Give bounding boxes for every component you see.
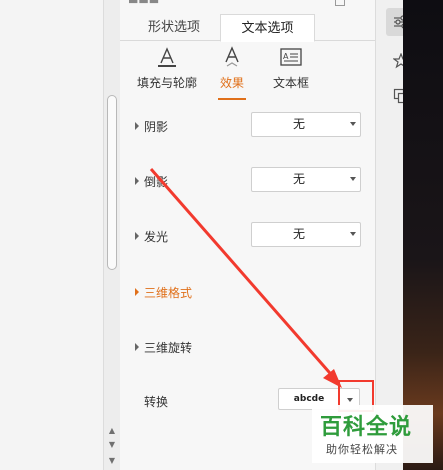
glow-label[interactable]: 发光 (144, 228, 168, 245)
textbox-icon: A (280, 48, 302, 66)
watermark-subtitle: 助你轻松解决 (326, 443, 398, 456)
scroll-up-icon[interactable]: ▲ (106, 426, 118, 436)
3d-rotation-label[interactable]: 三维旋转 (144, 339, 192, 356)
subtab-fill-outline[interactable]: 填充与轮廓 (128, 46, 206, 91)
active-subtab-indicator (218, 98, 246, 100)
chevron-down-icon (350, 232, 356, 236)
shadow-dropdown[interactable]: 无 (251, 112, 361, 137)
panel-header-clipped-icon: ▬▬▬ (128, 0, 160, 7)
expand-3d-format-icon[interactable] (132, 287, 142, 297)
chevron-down-icon (350, 122, 356, 126)
transform-label: 转换 (144, 395, 169, 409)
document-area (0, 0, 103, 470)
expand-glow-icon[interactable] (132, 231, 142, 241)
watermark-title: 百科全说 (320, 415, 413, 440)
subtab-effects-label: 效果 (219, 76, 244, 90)
text-fill-icon (158, 47, 176, 67)
3d-format-label[interactable]: 三维格式 (144, 284, 192, 301)
subtab-textbox-label: 文本框 (272, 76, 309, 90)
chevron-down-icon (350, 177, 356, 181)
glow-dropdown[interactable]: 无 (251, 222, 361, 247)
reflection-dropdown[interactable]: 无 (251, 167, 361, 192)
background-photo (403, 0, 443, 470)
scroll-down-icon[interactable]: ▼ (106, 440, 118, 450)
watermark: 百科全说 助你轻松解决 (312, 405, 433, 463)
expand-reflection-icon[interactable] (132, 176, 142, 186)
reflection-value: 无 (292, 172, 305, 186)
scrollbar-thumb[interactable] (107, 95, 117, 270)
shadow-label[interactable]: 阴影 (144, 118, 168, 135)
expand-shadow-icon[interactable] (132, 121, 142, 131)
tab-shape-options[interactable]: 形状选项 (128, 14, 220, 41)
panel-close-icon[interactable] (335, 0, 345, 6)
subtab-effects[interactable]: 效果 (216, 46, 248, 100)
option-tabs: 形状选项 文本选项 (120, 11, 375, 42)
panel-header-strip: ▬▬▬ (120, 0, 375, 9)
reflection-label[interactable]: 倒影 (144, 173, 168, 190)
shadow-value: 无 (292, 117, 305, 131)
tab-text-options[interactable]: 文本选项 (220, 14, 315, 42)
glow-value: 无 (292, 227, 305, 241)
property-panel: ▬▬▬ 形状选项 文本选项 填充与轮廓 效果 A 文本框 阴影 无 倒影 无 发… (120, 0, 375, 470)
expand-3d-rotation-icon[interactable] (132, 342, 142, 352)
vertical-scrollbar[interactable]: ▲ ▼ ▼ (103, 0, 120, 470)
subtab-fill-outline-label: 填充与轮廓 (136, 76, 197, 90)
text-option-subtabs: 填充与轮廓 效果 A 文本框 (120, 42, 375, 100)
svg-text:A: A (283, 52, 289, 61)
subtab-textbox[interactable]: A 文本框 (268, 46, 314, 91)
scroll-end-icon[interactable]: ▼ (106, 456, 118, 466)
text-effects-icon (225, 46, 239, 67)
